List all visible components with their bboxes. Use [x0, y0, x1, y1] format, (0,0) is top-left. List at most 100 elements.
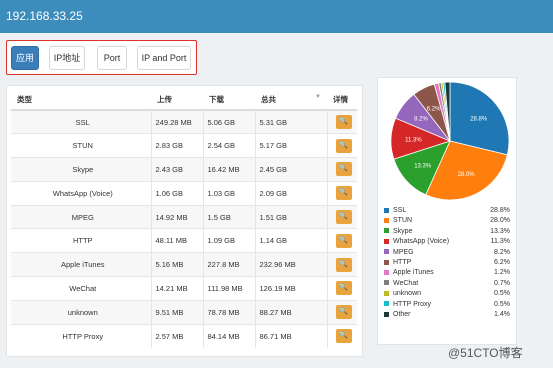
detail-search-button[interactable]: 🔍: [335, 115, 352, 130]
cell-type: Apple iTunes: [11, 252, 151, 277]
table-row: Skype 2.43 GB 16.42 MB 2.45 GB 🔍: [11, 157, 357, 182]
legend-swatch: [384, 301, 389, 307]
legend-value: 11.3%: [490, 238, 510, 246]
cell-detail: 🔍: [326, 157, 357, 182]
sort-desc-icon[interactable]: ▼: [315, 94, 321, 100]
cell-download: 1.03 GB: [202, 180, 255, 206]
col-total[interactable]: 总共 ▼: [255, 90, 327, 111]
cell-detail: 🔍: [326, 323, 357, 348]
legend-label: unknown: [393, 290, 422, 298]
cell-download: 1.09 GB: [202, 228, 255, 253]
legend-item[interactable]: HTTP 6.2%: [384, 258, 512, 268]
table-row: SSL 249.28 MB 5.06 GB 5.31 GB 🔍: [11, 109, 357, 134]
cell-total: 1.14 GB: [254, 228, 327, 253]
detail-search-button[interactable]: 🔍: [335, 233, 352, 248]
table-row: MPEG 14.92 MB 1.5 GB 1.51 GB 🔍: [11, 204, 357, 229]
cell-detail: 🔍: [326, 299, 357, 325]
legend-label: HTTP: [393, 258, 412, 266]
legend-item[interactable]: STUN 28.0%: [384, 216, 512, 226]
table-row: STUN 2.83 GB 2.54 GB 5.17 GB 🔍: [11, 133, 357, 158]
cell-detail: 🔍: [326, 252, 357, 277]
cell-detail: 🔍: [326, 109, 357, 134]
tab-port[interactable]: Port: [97, 46, 127, 70]
tab-application[interactable]: 应用: [11, 46, 39, 70]
cell-upload: 48.11 MB: [150, 228, 203, 253]
cell-type: WhatsApp (Voice): [11, 180, 151, 206]
cell-total: 5.31 GB: [254, 109, 327, 134]
detail-search-button[interactable]: 🔍: [335, 257, 352, 272]
legend-swatch: [384, 238, 389, 244]
tab-ip-address[interactable]: IP地址: [49, 46, 85, 70]
cell-total: 2.09 GB: [254, 180, 327, 206]
legend-label: WeChat: [393, 279, 419, 287]
legend-item[interactable]: HTTP Proxy 0.5%: [384, 300, 512, 310]
legend-item[interactable]: WhatsApp (Voice) 11.3%: [384, 237, 512, 247]
detail-search-button[interactable]: 🔍: [335, 281, 352, 296]
cell-upload: 9.51 MB: [150, 299, 203, 325]
cell-type: Skype: [11, 157, 151, 182]
cell-type: HTTP: [11, 228, 151, 253]
legend-value: 6.2%: [494, 258, 510, 266]
watermark: @51CTO博客: [448, 346, 523, 360]
legend-item[interactable]: unknown 0.5%: [384, 289, 512, 299]
pie-slice-label: 6.2%: [427, 106, 441, 112]
col-total-label: 总共: [261, 95, 276, 104]
cell-download: 78.78 MB: [202, 299, 255, 325]
table-row: WeChat 14.21 MB 111.98 MB 126.19 MB 🔍: [11, 276, 357, 301]
view-tabs: 应用 IP地址 Port IP and Port: [6, 40, 197, 75]
cell-type: STUN: [11, 133, 151, 158]
detail-search-button[interactable]: 🔍: [335, 329, 352, 344]
table-row: HTTP 48.11 MB 1.09 GB 1.14 GB 🔍: [11, 228, 357, 253]
legend-value: 0.7%: [494, 279, 510, 287]
cell-upload: 14.21 MB: [150, 276, 203, 301]
cell-download: 227.8 MB: [202, 252, 255, 277]
legend-item[interactable]: WeChat 0.7%: [384, 279, 512, 289]
host-title: 192.168.33.25: [6, 9, 83, 23]
cell-upload: 2.83 GB: [150, 133, 203, 158]
col-upload[interactable]: 上传: [151, 90, 203, 111]
pie-slice-label: 28.8%: [470, 116, 488, 122]
cell-upload: 2.57 MB: [150, 323, 203, 348]
cell-detail: 🔍: [326, 204, 357, 229]
cell-total: 232.96 MB: [254, 252, 327, 277]
legend-swatch: [384, 270, 389, 275]
legend-item[interactable]: Skype 13.3%: [384, 227, 512, 237]
legend-item[interactable]: Apple iTunes 1.2%: [384, 268, 512, 278]
legend-value: 28.8%: [490, 207, 510, 214]
tab-ip-and-port[interactable]: IP and Port: [137, 46, 191, 70]
legend-item[interactable]: MPEG 8.2%: [384, 248, 512, 258]
col-type[interactable]: 类型: [11, 90, 151, 111]
cell-total: 86.71 MB: [254, 323, 327, 348]
col-download[interactable]: 下载: [203, 90, 255, 111]
cell-type: WeChat: [11, 276, 151, 301]
cell-download: 5.06 GB: [202, 109, 255, 134]
cell-upload: 5.16 MB: [150, 252, 203, 277]
legend-label: Other: [393, 310, 411, 318]
legend-value: 0.5%: [494, 290, 510, 298]
pie-chart: 28.8% 28.0% 13.3% 11.3% 8.2% 6.2%: [390, 81, 510, 201]
table-row: WhatsApp (Voice) 1.06 GB 1.03 GB 2.09 GB 🔍: [11, 180, 357, 206]
detail-search-button[interactable]: 🔍: [335, 305, 352, 320]
detail-search-button[interactable]: 🔍: [335, 186, 352, 201]
cell-detail: 🔍: [326, 180, 357, 206]
cell-type: HTTP Proxy: [11, 323, 151, 348]
top-bar: 192.168.33.25: [0, 0, 553, 33]
detail-search-button[interactable]: 🔍: [335, 138, 352, 153]
legend-label: STUN: [393, 217, 413, 225]
cell-upload: 2.43 GB: [150, 157, 203, 182]
pie-slice-label: 13.3%: [414, 163, 432, 169]
cell-download: 84.14 MB: [202, 323, 255, 348]
cell-type: SSL: [11, 109, 151, 134]
pie-slice-label: 8.2%: [414, 117, 428, 123]
pie-chart-panel: 28.8% 28.0% 13.3% 11.3% 8.2% 6.2% SSL 28.8% STU…: [377, 77, 517, 345]
cell-download: 111.98 MB: [202, 276, 255, 301]
cell-upload: 14.92 MB: [150, 204, 203, 229]
detail-search-button[interactable]: 🔍: [335, 210, 352, 225]
legend-item[interactable]: Other 1.4%: [384, 310, 512, 320]
traffic-table: 类型 上传 下载 总共 ▼ 详情 SSL 249.28 MB 5.06 GB 5.31 …: [11, 90, 357, 348]
legend-item[interactable]: SSL 28.8%: [384, 206, 512, 216]
cell-total: 126.19 MB: [254, 276, 327, 301]
detail-search-button[interactable]: 🔍: [335, 162, 352, 177]
legend-label: WhatsApp (Voice): [393, 238, 450, 246]
legend-value: 0.5%: [494, 300, 510, 308]
